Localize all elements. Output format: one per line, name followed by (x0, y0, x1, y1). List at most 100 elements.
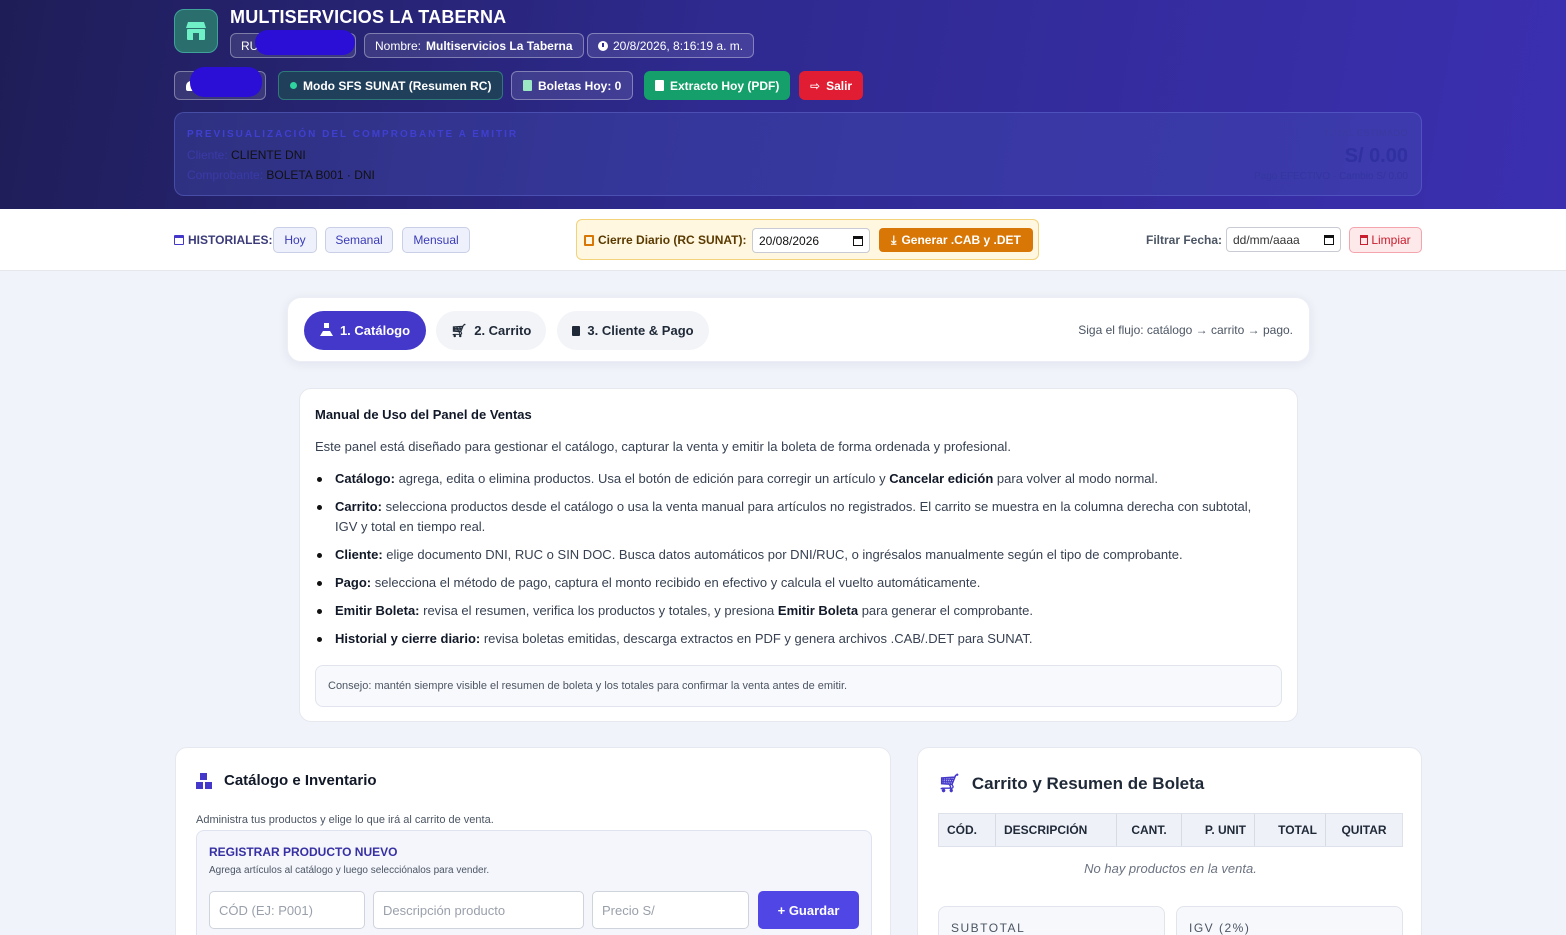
col-codigo: CÓD. (939, 814, 996, 846)
preview-cliente: Cliente: CLIENTE DNI (187, 148, 306, 162)
product-code-input[interactable]: CÓD (EJ: P001) (209, 891, 365, 929)
preview-panel: PREVISUALIZACIÓN DEL COMPROBANTE A EMITI… (174, 112, 1422, 196)
product-description-input[interactable]: Descripción producto (373, 891, 584, 929)
catalog-title-text: Catálogo e Inventario (224, 772, 377, 789)
preview-total-label: TOTAL ESTIMADO (1323, 128, 1408, 138)
status-dot-icon (290, 82, 297, 89)
save-product-button[interactable]: + Guardar (758, 891, 859, 929)
col-quitar: QUITAR (1341, 823, 1387, 837)
list-item: Catálogo: agrega, edita o elimina produc… (315, 469, 1265, 489)
filtrar-fecha-placeholder: dd/mm/aaaa (1233, 232, 1300, 247)
register-product-panel: REGISTRAR PRODUCTO NUEVO Agrega artículo… (196, 830, 872, 935)
boletas-hoy-label: Boletas Hoy: 0 (538, 78, 622, 93)
register-subtitle: Agrega artículos al catálogo y luego sel… (209, 865, 490, 876)
historiales-label: HISTORIALES: (174, 233, 272, 247)
igv-box: IGV (2%) (1176, 906, 1403, 935)
tab-cliente-pago-label: 3. Cliente & Pago (587, 323, 694, 338)
redacted-user (190, 67, 262, 97)
calendar-picker-icon[interactable] (1324, 234, 1334, 245)
cierre-diario-panel: Cierre Diario (RC SUNAT): 20/08/2026 ⤓ G… (576, 219, 1039, 260)
boxes-icon (196, 772, 212, 789)
limpiar-label: Limpiar (1371, 233, 1411, 247)
cierre-date-input[interactable]: 20/08/2026 (752, 228, 870, 253)
salir-label: Salir (826, 78, 853, 93)
download-icon: ⤓ (891, 232, 897, 247)
col-total: TOTAL (1255, 814, 1326, 846)
trash-icon (1360, 235, 1369, 245)
clock-icon (598, 40, 608, 51)
cart-empty-message: No hay productos en la venta. (1084, 861, 1257, 876)
generar-cab-det-button[interactable]: ⤓ Generar .CAB y .DET (879, 228, 1033, 252)
salir-button[interactable]: ⇨ Salir (799, 71, 864, 100)
extracto-button[interactable]: Extracto Hoy (PDF) (644, 71, 791, 100)
cart-panel: 🛒︎ Carrito y Resumen de Boleta CÓD. DESC… (917, 747, 1422, 935)
mensual-button[interactable]: Mensual (402, 227, 470, 253)
calendar-picker-icon[interactable] (853, 235, 863, 246)
receipt-icon (523, 80, 532, 91)
cierre-text: Cierre Diario (RC SUNAT): (598, 233, 747, 247)
product-price-input[interactable]: Precio S/ (592, 891, 749, 929)
hoy-button[interactable]: Hoy (273, 227, 317, 253)
preview-cliente-label: Cliente: (187, 148, 228, 162)
preview-cliente-value: CLIENTE DNI (231, 148, 306, 162)
cart-table-header: CÓD. DESCRIPCIÓN CANT. P. UNIT TOTAL QUI… (938, 813, 1403, 847)
cart-icon: 🛒︎ (938, 773, 961, 793)
preview-pago: Pago EFECTIVO · Cambio S/ 0.00 (1254, 171, 1408, 182)
generar-label: Generar .CAB y .DET (901, 233, 1021, 247)
mode-label: Modo SFS SUNAT (Resumen RC) (303, 78, 492, 93)
list-item: Pago: selecciona el método de pago, capt… (315, 573, 1265, 593)
document-icon (572, 325, 581, 336)
datetime-value: 20/8/2026, 8:16:19 a. m. (613, 38, 744, 53)
pdf-icon (655, 80, 664, 91)
calendar-icon (174, 235, 184, 245)
catalog-panel: Catálogo e Inventario Administra tus pro… (175, 747, 891, 935)
manual-tip: Consejo: mantén siempre visible el resum… (315, 665, 1282, 707)
preview-comprobante-value: BOLETA B001 · DNI (266, 168, 375, 182)
limpiar-button[interactable]: Limpiar (1349, 227, 1422, 253)
historiales-text: HISTORIALES: (188, 233, 273, 247)
register-title: REGISTRAR PRODUCTO NUEVO (209, 845, 398, 859)
datetime-chip: 20/8/2026, 8:16:19 a. m. (587, 33, 755, 58)
boxes-icon (319, 323, 333, 336)
preview-comprobante: Comprobante: BOLETA B001 · DNI (187, 168, 375, 182)
mode-badge: Modo SFS SUNAT (Resumen RC) (278, 71, 504, 100)
col-descripcion: DESCRIPCIÓN (996, 814, 1117, 846)
list-item: Cliente: elige documento DNI, RUC o SIN … (315, 545, 1265, 565)
preview-comprobante-label: Comprobante: (187, 168, 264, 182)
list-item: Carrito: selecciona productos desde el c… (315, 497, 1265, 537)
tab-carrito-label: 2. Carrito (474, 323, 532, 338)
cart-title: 🛒︎ Carrito y Resumen de Boleta (938, 773, 1204, 794)
nombre-value: Multiservicios La Taberna (426, 38, 573, 53)
store-icon (174, 9, 218, 53)
boletas-hoy-badge: Boletas Hoy: 0 (511, 71, 634, 100)
catalog-title: Catálogo e Inventario (196, 772, 377, 789)
app-header: MULTISERVICIOS LA TABERNA RUC Nombre: Mu… (0, 0, 1566, 209)
col-cantidad: CANT. (1117, 814, 1182, 846)
logout-icon: ⇨ (810, 78, 821, 93)
cart-title-text: Carrito y Resumen de Boleta (971, 773, 1205, 793)
tab-carrito[interactable]: 🛒︎ 2. Carrito (436, 311, 546, 350)
steps-hint: Siga el flujo: catálogo → carrito → pago… (1078, 323, 1293, 337)
workflow-steps: 1. Catálogo 🛒︎ 2. Carrito 3. Cliente & P… (287, 297, 1310, 362)
filtrar-fecha-input[interactable]: dd/mm/aaaa (1226, 227, 1341, 252)
col-precio-unit: P. UNIT (1182, 814, 1255, 846)
extracto-label: Extracto Hoy (PDF) (670, 78, 780, 93)
tab-catalogo-label: 1. Catálogo (339, 323, 411, 338)
preview-heading: PREVISUALIZACIÓN DEL COMPROBANTE A EMITI… (187, 129, 519, 140)
nombre-label: Nombre: (375, 38, 422, 53)
tab-cliente-pago[interactable]: 3. Cliente & Pago (557, 311, 709, 350)
semanal-button[interactable]: Semanal (325, 227, 393, 253)
business-title: MULTISERVICIOS LA TABERNA (230, 7, 507, 27)
redacted-ruc (255, 30, 355, 55)
manual-intro: Este panel está diseñado para gestionar … (315, 439, 1011, 454)
preview-total-value: S/ 0.00 (1344, 145, 1408, 167)
list-item: Emitir Boleta: revisa el resumen, verifi… (315, 601, 1265, 621)
tab-catalogo[interactable]: 1. Catálogo (304, 311, 426, 350)
manual-list: Catálogo: agrega, edita o elimina produc… (315, 469, 1265, 657)
cierre-label: Cierre Diario (RC SUNAT): (584, 233, 746, 247)
filter-bar: HISTORIALES: Hoy Semanal Mensual Cierre … (0, 209, 1566, 271)
filtrar-fecha-label: Filtrar Fecha: (1146, 233, 1223, 247)
cierre-date-value: 20/08/2026 (759, 233, 820, 248)
subtotal-box: SUBTOTAL (938, 906, 1165, 935)
cart-icon: 🛒︎ (450, 322, 468, 338)
